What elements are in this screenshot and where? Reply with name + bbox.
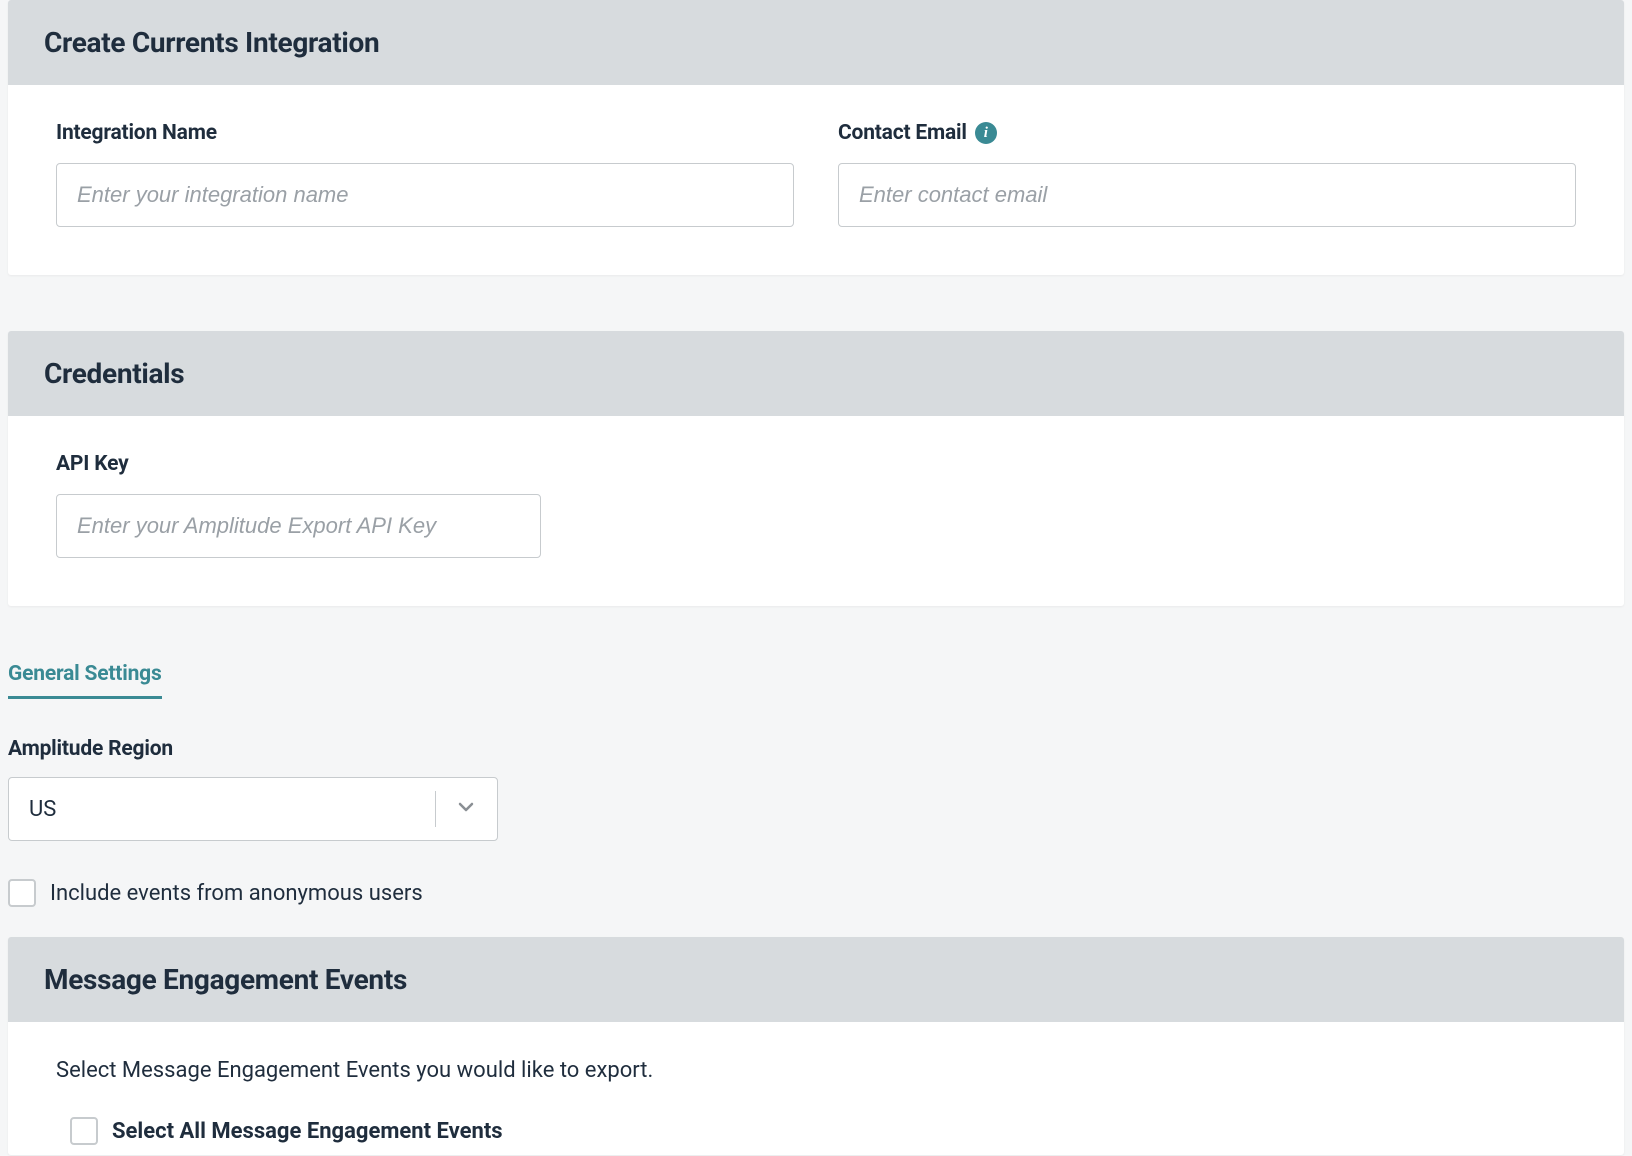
contact-email-field: Contact Email i (838, 121, 1576, 227)
select-all-events-checkbox[interactable] (70, 1117, 98, 1145)
select-all-events-row: Select All Message Engagement Events (56, 1117, 1576, 1145)
tab-general-settings[interactable]: General Settings (8, 662, 162, 699)
api-key-input[interactable] (56, 494, 541, 558)
integration-fields-row: Integration Name Contact Email i (56, 121, 1576, 227)
tabs-container: General Settings (0, 662, 1632, 719)
contact-email-label: Contact Email (838, 121, 967, 145)
contact-email-label-wrap: Contact Email i (838, 121, 997, 145)
credentials-card: Credentials API Key (8, 331, 1624, 606)
integration-name-field: Integration Name (56, 121, 794, 227)
api-key-label: API Key (56, 452, 1576, 476)
amplitude-region-label: Amplitude Region (8, 737, 1624, 761)
anonymous-users-checkbox[interactable] (8, 879, 36, 907)
message-events-body: Select Message Engagement Events you wou… (8, 1022, 1624, 1155)
anonymous-users-row: Include events from anonymous users (8, 879, 1624, 907)
create-integration-header: Create Currents Integration (8, 0, 1624, 85)
amplitude-region-value: US (29, 797, 56, 822)
select-all-events-label: Select All Message Engagement Events (112, 1119, 503, 1144)
general-settings-block: Amplitude Region US Include events from … (0, 719, 1632, 937)
create-integration-body: Integration Name Contact Email i (8, 85, 1624, 275)
integration-name-label: Integration Name (56, 121, 794, 145)
contact-email-input[interactable] (838, 163, 1576, 227)
credentials-body: API Key (8, 416, 1624, 606)
message-events-description: Select Message Engagement Events you wou… (56, 1058, 1576, 1083)
credentials-title: Credentials (44, 357, 1588, 390)
api-key-field: API Key (56, 452, 1576, 558)
credentials-header: Credentials (8, 331, 1624, 416)
message-events-header: Message Engagement Events (8, 937, 1624, 1022)
amplitude-region-select-wrap: US (8, 777, 498, 841)
amplitude-region-select[interactable]: US (8, 777, 498, 841)
message-events-card: Message Engagement Events Select Message… (8, 937, 1624, 1155)
info-icon[interactable]: i (975, 122, 997, 144)
create-integration-title: Create Currents Integration (44, 26, 1588, 59)
anonymous-users-label: Include events from anonymous users (50, 881, 423, 906)
integration-name-input[interactable] (56, 163, 794, 227)
message-events-title: Message Engagement Events (44, 963, 1588, 996)
create-integration-card: Create Currents Integration Integration … (8, 0, 1624, 275)
